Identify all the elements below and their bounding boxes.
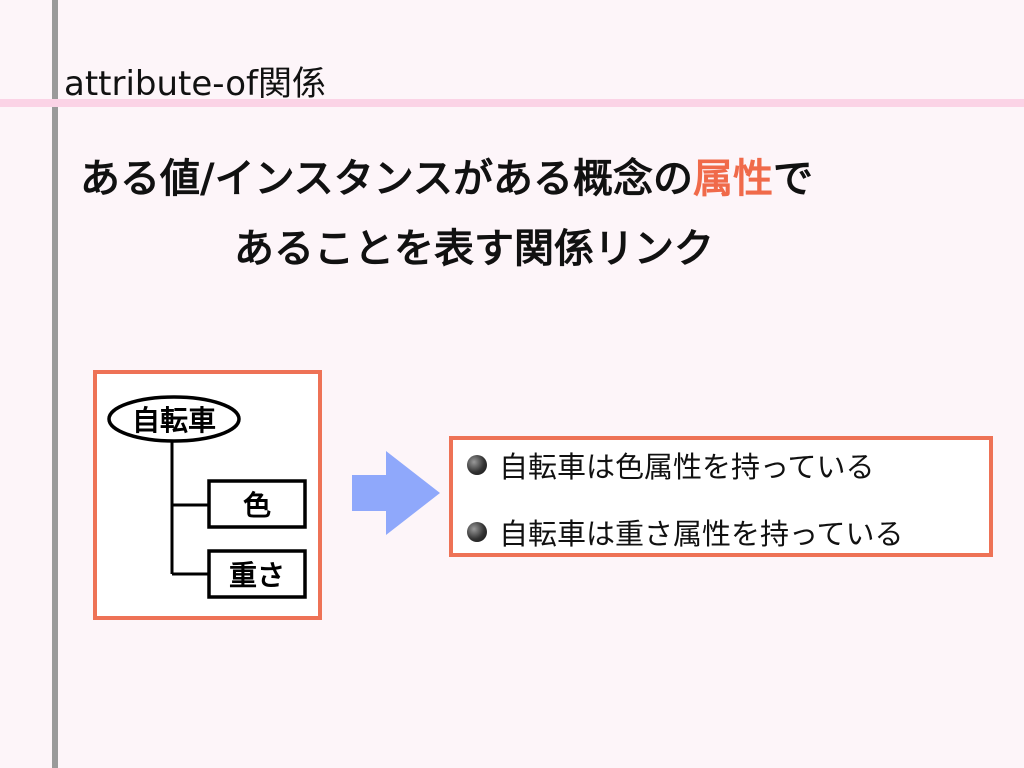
headline-text-1b: で — [773, 156, 814, 202]
headline-line-1: ある値/インスタンスがある概念の属性で — [80, 146, 813, 204]
headline-text-1a: ある値/インスタンスがある概念の — [80, 156, 694, 202]
headline-line-2: あることを表す関係リンク — [234, 226, 714, 272]
bullet-dot-icon — [467, 522, 487, 542]
bullet-dot-icon — [467, 455, 487, 475]
attribute-label-2: 重さ — [229, 559, 285, 592]
tree-diagram-frame: 自転車 色 重さ — [93, 370, 322, 620]
attribute-label-1: 色 — [243, 489, 271, 522]
slide-title: attribute-of関係 — [64, 64, 326, 104]
bullet-text-1: 自転車は色属性を持っている — [499, 450, 875, 484]
right-arrow-icon — [352, 451, 440, 535]
bullet-item-1: 自転車は色属性を持っている — [467, 444, 875, 486]
root-concept-label: 自転車 — [132, 404, 216, 437]
headline-accent-text: 属性 — [693, 156, 774, 202]
bullet-item-2: 自転車は重さ属性を持っている — [467, 511, 904, 553]
bullet-text-2: 自転車は重さ属性を持っている — [499, 517, 904, 551]
vertical-guide-line — [52, 0, 58, 768]
explanation-box: 自転車は色属性を持っている 自転車は重さ属性を持っている — [449, 436, 993, 557]
tree-diagram: 自転車 色 重さ — [107, 395, 307, 599]
